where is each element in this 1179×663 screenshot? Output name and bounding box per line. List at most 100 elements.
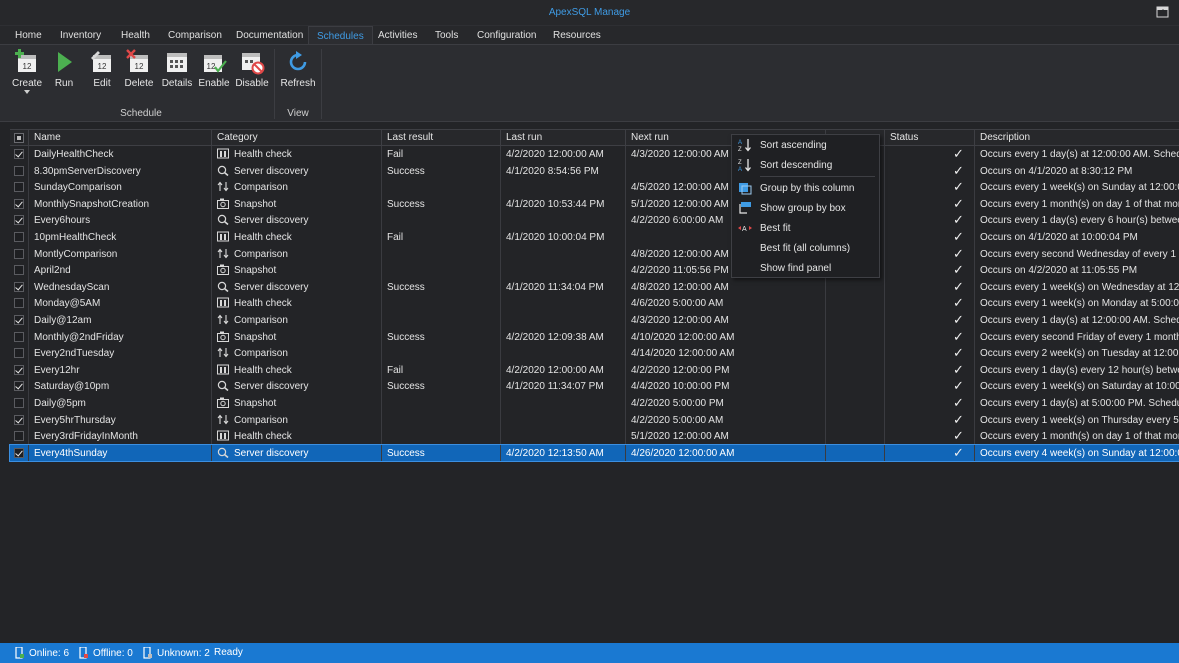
tab-health[interactable]: Health bbox=[113, 26, 158, 44]
row-checkbox[interactable] bbox=[14, 431, 24, 442]
table-row[interactable]: Every4thSunday Server discovery Success 4/2… bbox=[9, 443, 1179, 463]
column-header-name[interactable]: Name bbox=[28, 130, 211, 146]
category-text: Snapshot bbox=[234, 398, 277, 409]
name-cell: Daily@5pm bbox=[28, 395, 211, 412]
server-unknown-icon bbox=[143, 647, 152, 659]
last-run-cell: 4/1/2020 10:53:44 PM bbox=[500, 195, 625, 213]
description-cell: Occurs on 4/1/2020 at 10:00:04 PM bbox=[974, 229, 1179, 246]
tab-comparison[interactable]: Comparison bbox=[160, 26, 230, 44]
table-row[interactable]: MonthlySnapshotCreation Snapshot Success 4/… bbox=[10, 195, 1179, 213]
row-checkbox[interactable] bbox=[14, 298, 24, 309]
table-row[interactable]: 10pmHealthCheck Health check Fail 4/1/2020 … bbox=[10, 229, 1179, 246]
group-column-icon bbox=[739, 183, 752, 195]
description-cell: Occurs every 1 month(s) on day 1 of that… bbox=[974, 428, 1179, 445]
tab-resources[interactable]: Resources bbox=[545, 26, 609, 44]
column-header-category[interactable]: Category bbox=[211, 130, 381, 146]
tab-inventory[interactable]: Inventory bbox=[52, 26, 109, 44]
row-checkbox[interactable] bbox=[14, 265, 24, 276]
menu-item-sort-ascending[interactable]: A Z Sort ascending bbox=[732, 135, 879, 155]
restore-window-button[interactable] bbox=[1155, 5, 1171, 20]
category-text: Comparison bbox=[234, 348, 288, 360]
table-row[interactable]: WednesdayScan Server discovery Success 4/1/… bbox=[10, 278, 1179, 296]
row-checkbox[interactable] bbox=[14, 232, 24, 242]
menu-item-label: Best fit (all columns) bbox=[760, 243, 851, 254]
table-row[interactable]: Saturday@10pm Server discovery Success 4/1/… bbox=[10, 378, 1179, 395]
row-checkbox[interactable] bbox=[14, 447, 24, 458]
row-checkbox[interactable] bbox=[14, 281, 24, 292]
table-row[interactable]: Monthly@2ndFriday Snapshot Success 4/2/2020… bbox=[10, 328, 1179, 346]
row-checkbox[interactable] bbox=[14, 215, 24, 226]
table-row[interactable]: Every3rdFridayInMonth Health check 5/1/202… bbox=[10, 428, 1179, 445]
menu-item-best-fit-all[interactable]: Best fit (all columns) bbox=[732, 238, 879, 258]
refresh-label: Refresh bbox=[280, 78, 316, 89]
row-checkbox[interactable] bbox=[14, 414, 24, 425]
row-select-cell bbox=[10, 329, 28, 346]
row-checkbox[interactable] bbox=[14, 398, 24, 408]
ribbon-group-divider bbox=[274, 49, 275, 119]
column-header-last-result[interactable]: Last result bbox=[381, 130, 500, 146]
description-cell: Occurs every 1 week(s) on Saturday at 10… bbox=[974, 378, 1179, 395]
row-checkbox[interactable] bbox=[14, 165, 24, 176]
menu-item-label: Group by this column bbox=[760, 183, 855, 194]
last-run-cell bbox=[500, 212, 625, 229]
table-row[interactable]: 8.30pmServerDiscovery Server discovery Suc… bbox=[10, 162, 1179, 180]
table-row[interactable]: Daily@12am Comparison 4/3/2020 12:00:00 AM… bbox=[10, 312, 1179, 329]
blank-cell bbox=[825, 312, 884, 329]
disable-button[interactable]: Disable bbox=[233, 49, 271, 89]
group-box-icon bbox=[739, 202, 751, 214]
row-checkbox[interactable] bbox=[14, 248, 24, 259]
last-run-cell: 4/1/2020 10:00:04 PM bbox=[500, 229, 625, 246]
tab-tools[interactable]: Tools bbox=[427, 26, 466, 44]
table-row[interactable]: Monday@5AM Health check 4/6/2020 5:00:00 A… bbox=[10, 295, 1179, 312]
row-checkbox[interactable] bbox=[14, 331, 24, 342]
table-row[interactable]: Daily@5pm Snapshot 4/2/2020 5:00:00 PM ✓ Occ… bbox=[10, 395, 1179, 412]
status-bar: Online: 6 Offline: 0 Unknown: 2 Ready bbox=[0, 643, 1179, 663]
run-button[interactable]: Run bbox=[45, 49, 83, 89]
row-checkbox[interactable] bbox=[14, 348, 24, 359]
tab-activities[interactable]: Activities bbox=[370, 26, 425, 44]
menu-separator bbox=[760, 176, 875, 177]
select-all-checkbox[interactable] bbox=[14, 133, 24, 143]
column-header-status[interactable]: Status bbox=[884, 130, 974, 146]
enable-button[interactable]: 12 Enable bbox=[195, 49, 233, 89]
row-checkbox[interactable] bbox=[14, 381, 24, 392]
table-row[interactable]: Every2ndTuesday Comparison 4/14/2020 12:00… bbox=[10, 345, 1179, 362]
table-row[interactable]: MontlyComparison Comparison 4/8/2020 12:00… bbox=[10, 245, 1179, 263]
tab-schedules[interactable]: Schedules bbox=[308, 26, 373, 45]
table-row[interactable]: April2nd Snapshot 4/2/2020 11:05:56 PM ✓ Occ… bbox=[10, 262, 1179, 279]
column-header-last-run[interactable]: Last run bbox=[500, 130, 625, 146]
row-checkbox[interactable] bbox=[14, 149, 24, 159]
calendar-check-icon: 12 bbox=[204, 55, 227, 73]
tab-documentation[interactable]: Documentation bbox=[228, 26, 311, 44]
menu-item-best-fit[interactable]: A Best fit bbox=[732, 218, 879, 238]
menu-item-sort-descending[interactable]: Z A Sort descending bbox=[732, 155, 879, 175]
category-text: Health check bbox=[234, 149, 292, 160]
table-row[interactable]: SundayComparison Comparison 4/5/2020 12:00… bbox=[10, 179, 1179, 196]
table-row[interactable]: Every12hr Health check Fail 4/2/2020 12:00:… bbox=[10, 361, 1179, 379]
last-result-cell: Success bbox=[381, 328, 500, 346]
tab-home[interactable]: Home bbox=[7, 26, 50, 44]
edit-button[interactable]: 12 Edit bbox=[83, 49, 121, 89]
category-text: Server discovery bbox=[234, 381, 309, 393]
delete-label: Delete bbox=[124, 78, 154, 89]
menu-item-show-find-panel[interactable]: Show find panel bbox=[732, 258, 879, 278]
menu-item-show-group-by-box[interactable]: Show group by box bbox=[732, 198, 879, 218]
delete-button[interactable]: 12 Delete bbox=[120, 49, 158, 89]
table-row[interactable]: Every5hrThursday Comparison 4/2/2020 5:00:… bbox=[10, 411, 1179, 429]
table-row[interactable]: DailyHealthCheck Health check Fail 4/2/2020… bbox=[10, 146, 1179, 163]
row-checkbox[interactable] bbox=[14, 182, 24, 193]
status-check-icon: ✓ bbox=[953, 345, 964, 361]
table-row[interactable]: Every6hours Server discovery 4/2/2020 6:00… bbox=[10, 212, 1179, 229]
status-cell: ✓ bbox=[884, 146, 974, 163]
select-all-cell[interactable] bbox=[10, 130, 28, 146]
row-checkbox[interactable] bbox=[14, 364, 24, 375]
row-checkbox[interactable] bbox=[14, 198, 24, 209]
tab-configuration[interactable]: Configuration bbox=[469, 26, 544, 44]
schedules-grid: Name Category Last result Last run Next … bbox=[9, 129, 1179, 639]
menu-item-group-by-column[interactable]: Group by this column bbox=[732, 178, 879, 198]
row-checkbox[interactable] bbox=[14, 315, 24, 325]
details-button[interactable]: Details bbox=[158, 49, 196, 89]
column-header-description[interactable]: Description bbox=[974, 130, 1179, 146]
create-button[interactable]: 12 Create bbox=[8, 49, 46, 95]
refresh-button[interactable]: Refresh bbox=[279, 49, 317, 89]
